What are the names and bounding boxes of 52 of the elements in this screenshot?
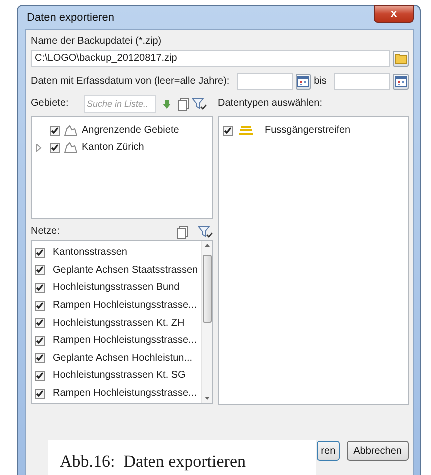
list-item[interactable]: Rampen Hochleistungsstrasse... — [53, 335, 197, 346]
field-label: Name der Backupdatei (*.zip) — [31, 35, 163, 49]
checkbox[interactable] — [35, 370, 45, 381]
date-from-field[interactable] — [236, 73, 293, 90]
section-label: Gebiete: — [31, 97, 70, 111]
checkbox[interactable] — [50, 142, 60, 152]
export-button[interactable]: ren — [317, 441, 340, 461]
checkbox[interactable] — [35, 282, 45, 293]
list-item[interactable]: Kantonsstrassen — [53, 247, 128, 258]
list-item[interactable]: Geplante Achsen Staatsstrassen — [53, 264, 198, 276]
crosswalk-stripes-icon — [239, 126, 253, 135]
close-button[interactable]: x — [374, 4, 414, 22]
checkbox[interactable] — [35, 318, 45, 328]
section-label: Netze: — [31, 225, 60, 239]
list-item[interactable]: Hochleistungsstrassen Kt. SG — [53, 370, 186, 382]
checkbox[interactable] — [35, 388, 45, 399]
search-field[interactable]: Suche in Liste.. — [84, 95, 156, 113]
list-item[interactable]: Fussgängerstreifen — [265, 125, 351, 136]
checkbox[interactable] — [223, 126, 233, 136]
filter-icon[interactable] — [192, 98, 207, 110]
expand-arrow-icon[interactable] — [36, 144, 43, 152]
scrollbar[interactable] — [201, 241, 212, 403]
area-outline-icon — [64, 124, 78, 136]
tree-item[interactable]: Angrenzende Gebiete — [82, 125, 180, 136]
filter-icon[interactable] — [198, 226, 213, 238]
area-outline-icon — [64, 142, 78, 154]
checkbox[interactable] — [35, 265, 45, 276]
arrow-down-icon[interactable] — [163, 100, 171, 108]
figure-caption: Abb.16: Daten exportieren — [48, 440, 316, 475]
page-icon[interactable] — [177, 226, 188, 238]
tree-item[interactable]: Kanton Zürich — [82, 142, 144, 153]
field-label: bis — [314, 74, 328, 88]
page-icon[interactable] — [178, 98, 189, 110]
cancel-button[interactable]: Abbrechen — [346, 441, 409, 461]
checkbox[interactable] — [35, 353, 45, 364]
date-to-field[interactable] — [334, 73, 390, 90]
section-label: Datentypen auswählen: — [218, 97, 324, 111]
window-title: Daten exportieren — [26, 12, 114, 24]
file-path-field[interactable]: C:\LOGO\backup_20120817.zip — [31, 50, 390, 67]
checkbox[interactable] — [50, 126, 60, 136]
list-item[interactable]: Rampen Hochleistungsstrasse... — [53, 300, 197, 312]
checkbox[interactable] — [35, 248, 45, 258]
list-item[interactable]: Geplante Achsen Hochleistun... — [53, 352, 193, 364]
folder-button[interactable] — [393, 50, 409, 66]
list-item[interactable]: Rampen Hochleistungsstrasse... — [53, 388, 197, 400]
field-label: Daten mit Erfassdatum von (leer=alle Jahre): — [31, 74, 231, 88]
list-item[interactable]: Hochleistungsstrassen Kt. ZH — [53, 318, 185, 329]
checkbox[interactable] — [35, 336, 45, 346]
calendar-button[interactable] — [393, 74, 409, 90]
checkbox[interactable] — [35, 300, 45, 311]
list-item[interactable]: Hochleistungsstrassen Bund — [53, 282, 180, 294]
calendar-button[interactable] — [296, 74, 312, 90]
